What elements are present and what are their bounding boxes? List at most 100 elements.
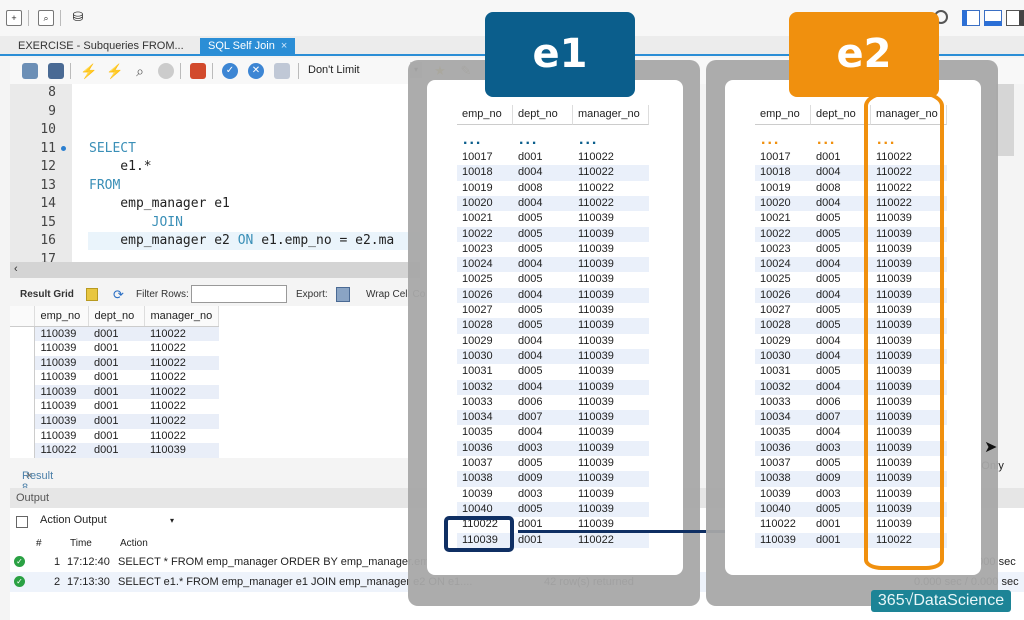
column-header[interactable]: dept_no (88, 306, 145, 327)
table-cell: 10031 (462, 365, 493, 378)
table-cell: 10023 (462, 242, 493, 255)
rollback-x-icon[interactable]: ✕ (248, 63, 264, 79)
result-grid-tab[interactable]: Result Grid (20, 289, 74, 300)
open-file-icon[interactable] (22, 63, 38, 79)
table-cell[interactable]: 110039 (34, 355, 88, 371)
table-cell[interactable]: 110022 (144, 355, 219, 371)
table-row[interactable]: 110039 d001 110022 (10, 370, 219, 385)
table-row[interactable]: 110039 d001 110022 (10, 399, 219, 415)
table-row[interactable]: 110039 d001 110022 (10, 341, 219, 356)
table-cell: d003 (518, 487, 543, 500)
table-cell[interactable]: d001 (88, 399, 144, 414)
close-icon[interactable]: × (26, 470, 32, 482)
chevron-down-icon[interactable]: ▾ (170, 516, 174, 525)
table-row[interactable]: 110022 d001 110039 (10, 443, 219, 458)
table-row[interactable]: 110039 d001 110022 (10, 384, 219, 400)
table-cell[interactable]: d001 (88, 429, 144, 444)
row-header[interactable] (10, 443, 35, 458)
copy-icon[interactable] (16, 516, 28, 528)
table-cell: d006 (816, 395, 841, 408)
export-save-icon[interactable] (336, 287, 350, 302)
save-icon[interactable] (48, 63, 64, 79)
toggle-error-icon[interactable] (190, 63, 206, 79)
autocommit-icon[interactable] (274, 63, 290, 79)
output-row-number: 2 (54, 576, 61, 588)
table-cell[interactable]: 110022 (144, 370, 219, 385)
table-row: 10034 d007 110039 (457, 410, 649, 426)
table-cell[interactable]: d001 (88, 355, 144, 371)
table-row: 10039 d003 110039 (457, 487, 649, 502)
table-row: 10026 d004 110039 (457, 287, 649, 303)
tab-exercise-subqueries[interactable]: EXERCISE - Subqueries FROM... (10, 38, 192, 56)
table-cell[interactable]: 110039 (34, 341, 88, 356)
table-cell[interactable]: d001 (88, 341, 144, 356)
stop-icon[interactable] (158, 63, 174, 79)
output-type-select[interactable]: Action Output (40, 514, 107, 526)
commit-check-icon[interactable]: ✓ (222, 63, 238, 79)
tab-sql-self-join[interactable]: SQL Self Join × (200, 38, 296, 56)
database-connect-icon[interactable]: ⛁ (70, 10, 86, 26)
execute-lightning-icon[interactable]: ⚡ (80, 63, 97, 79)
table-cell[interactable]: 110039 (34, 399, 88, 414)
row-header (10, 306, 35, 327)
row-header[interactable] (10, 370, 35, 385)
column-header[interactable]: manager_no (144, 306, 220, 327)
column-header: # (36, 538, 42, 549)
table-cell[interactable]: 110022 (144, 341, 219, 356)
toggle-sidebar-icon[interactable] (962, 10, 980, 26)
table-cell: 10022 (462, 227, 493, 240)
row-header[interactable] (10, 414, 35, 429)
filter-rows-input[interactable] (191, 285, 287, 303)
table-row[interactable]: 110039 d001 110022 (10, 355, 219, 371)
scroll-left-icon[interactable]: ‹ (14, 263, 18, 275)
table-row: 10021 d005 110039 (457, 211, 649, 226)
table-cell[interactable]: d001 (88, 384, 144, 400)
table-cell[interactable]: d001 (88, 370, 144, 385)
table-cell[interactable]: 110039 (34, 384, 88, 400)
table-cell: 110039 (578, 380, 614, 393)
limit-rows-select[interactable]: Don't Limit (308, 64, 360, 76)
code-text: e1.emp_no = e2.ma (253, 233, 395, 248)
table-cell[interactable]: 110022 (144, 384, 219, 400)
table-cell: 10029 (462, 334, 493, 347)
row-header[interactable] (10, 355, 35, 371)
table-cell[interactable]: 110022 (144, 399, 219, 414)
toggle-output-icon[interactable] (984, 10, 1002, 26)
sql-editor[interactable]: 8 9 10 11 12 13 14 15 16 17 SELECT e1.* … (10, 84, 420, 262)
grid-layout-icon[interactable] (86, 288, 98, 301)
editor-horizontal-scrollbar[interactable]: ‹ (10, 262, 420, 278)
row-header[interactable] (10, 384, 35, 400)
table-cell[interactable]: 110022 (34, 443, 88, 458)
table-row[interactable]: 110039 d001 110022 (10, 414, 219, 429)
workbench-window: + ⌕ ⛁ EXERCISE - Subqueries FROM... SQL … (0, 0, 1024, 620)
table-cell[interactable]: d001 (88, 414, 144, 429)
result-tab[interactable]: Result 8 × (10, 462, 420, 494)
refresh-icon[interactable]: ⟳ (113, 287, 124, 303)
editor-vertical-scrollbar[interactable] (996, 84, 1014, 156)
table-cell[interactable]: 110039 (34, 370, 88, 385)
close-tab-icon[interactable]: × (281, 40, 287, 52)
table-cell[interactable]: 110039 (144, 443, 219, 458)
row-header[interactable] (10, 399, 35, 415)
toggle-secondary-sidebar-icon[interactable] (1006, 10, 1024, 26)
table-cell[interactable]: 110039 (34, 414, 88, 429)
row-header[interactable] (10, 341, 35, 356)
table-cell[interactable]: 110039 (34, 326, 88, 342)
new-query-icon[interactable]: + (6, 10, 22, 26)
row-header[interactable] (10, 428, 35, 444)
table-cell[interactable]: d001 (88, 443, 144, 458)
table-cell[interactable]: 110022 (144, 414, 219, 429)
table-row: 10038 d009 110039 (457, 471, 649, 487)
code-line: SELECT (89, 140, 136, 156)
table-cell[interactable]: d001 (88, 326, 144, 342)
table-row[interactable]: 110039 d001 110022 (10, 326, 219, 342)
table-row[interactable]: 110039 d001 110022 (10, 428, 219, 444)
column-header[interactable]: emp_no (34, 306, 89, 327)
table-cell[interactable]: 110039 (34, 429, 88, 444)
table-cell[interactable]: 110022 (144, 326, 219, 342)
explain-magnifier-icon[interactable]: ⌕ (132, 63, 148, 79)
table-cell[interactable]: 110022 (144, 429, 219, 444)
inspect-icon[interactable]: ⌕ (38, 10, 54, 26)
execute-current-icon[interactable]: ⚡ (106, 63, 123, 79)
row-header[interactable] (10, 326, 35, 342)
